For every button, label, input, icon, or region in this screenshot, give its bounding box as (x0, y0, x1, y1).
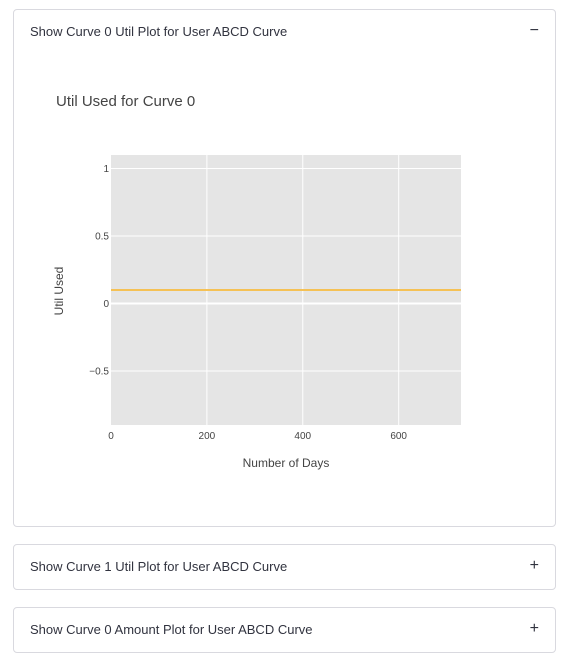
y-tick-label: 0.5 (95, 232, 109, 243)
expander-header[interactable]: Show Curve 1 Util Plot for User ABCD Cur… (14, 545, 555, 589)
x-tick-label: 600 (390, 431, 407, 442)
expander-title: Show Curve 1 Util Plot for User ABCD Cur… (30, 559, 288, 574)
x-tick-label: 400 (294, 431, 311, 442)
collapse-icon[interactable]: − (530, 21, 539, 41)
x-axis-label: Number of Days (243, 456, 330, 470)
y-axis-label: Util Used (52, 267, 66, 316)
chart-title: Util Used for Curve 0 (56, 93, 195, 110)
expander-curve0-util: Show Curve 0 Util Plot for User ABCD Cur… (13, 9, 556, 527)
x-tick-label: 200 (199, 431, 216, 442)
expander-title: Show Curve 0 Amount Plot for User ABCD C… (30, 622, 313, 637)
expander-curve1-util: Show Curve 1 Util Plot for User ABCD Cur… (13, 544, 556, 590)
expander-curve0-amount: Show Curve 0 Amount Plot for User ABCD C… (13, 607, 556, 653)
expander-header[interactable]: Show Curve 0 Amount Plot for User ABCD C… (14, 608, 555, 652)
expander-header[interactable]: Show Curve 0 Util Plot for User ABCD Cur… (14, 10, 555, 54)
x-tick-label: 0 (108, 431, 114, 442)
y-tick-label: −0.5 (89, 367, 109, 378)
expander-title: Show Curve 0 Util Plot for User ABCD Cur… (30, 24, 288, 39)
expand-icon[interactable]: + (530, 619, 539, 639)
expand-icon[interactable]: + (530, 556, 539, 576)
y-tick-label: 1 (103, 164, 109, 175)
y-tick-label: 0 (103, 299, 109, 310)
util-line-chart: Util Used for Curve 0 0 200 400 600 1 0.5 0 −0.… (52, 93, 461, 470)
